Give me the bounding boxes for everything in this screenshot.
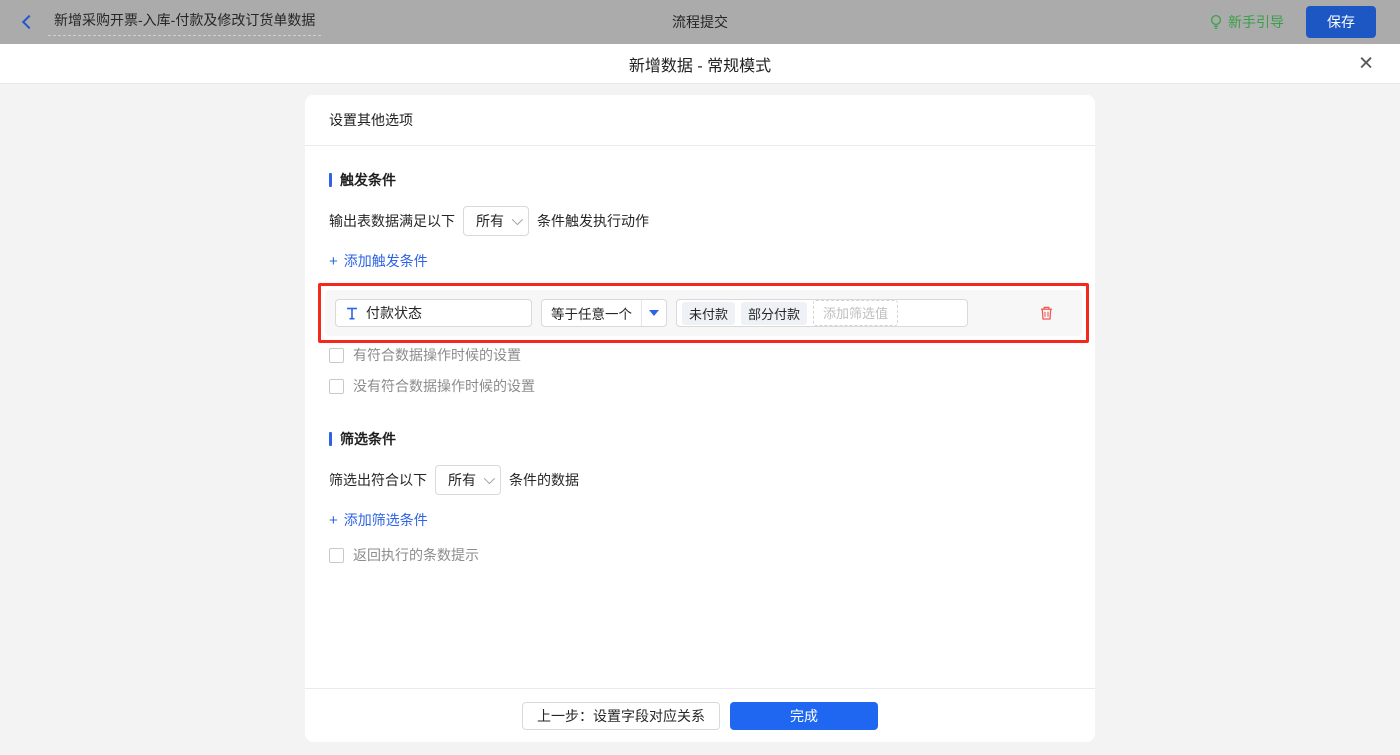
filter-sentence-suffix: 条件的数据 [509,470,579,490]
add-value-input[interactable]: 添加筛选值 [813,300,898,326]
count-tip-row: 返回执行的条数提示 [329,545,1071,565]
condition-operator-select[interactable]: 等于任意一个 [541,299,667,327]
text-field-icon [346,307,358,320]
page-body: 设置其他选项 触发条件 输出表数据满足以下 所有 条件触发执行动作 + 添加触发… [0,84,1400,755]
section-marker [329,173,332,187]
filter-match-select-value: 所有 [448,470,476,490]
back-button[interactable] [24,17,34,27]
add-trigger-condition-label: 添加触发条件 [344,251,428,271]
card-footer: 上一步：设置字段对应关系 完成 [305,688,1095,742]
trigger-match-sentence: 输出表数据满足以下 所有 条件触发执行动作 [329,206,1071,236]
has-match-label: 有符合数据操作时候的设置 [353,345,521,365]
has-match-setting-row: 有符合数据操作时候的设置 [329,345,1071,365]
delete-condition-button[interactable] [1039,305,1054,321]
condition-field-input[interactable]: 付款状态 [335,299,532,327]
add-filter-condition-link[interactable]: + 添加筛选条件 [329,510,428,530]
filter-match-sentence: 筛选出符合以下 所有 条件的数据 [329,465,1071,495]
card-content: 触发条件 输出表数据满足以下 所有 条件触发执行动作 + 添加触发条件 [305,146,1095,688]
beginner-guide-label: 新手引导 [1228,12,1284,32]
modal-header: 新增数据 - 常规模式 ✕ [0,44,1400,84]
condition-field-value: 付款状态 [366,303,422,323]
settings-card: 设置其他选项 触发条件 输出表数据满足以下 所有 条件触发执行动作 + 添加触发… [305,95,1095,742]
trash-icon [1039,305,1054,321]
topbar: 流程提交 新增采购开票-入库-付款及修改订货单数据 新手引导 保存 [0,0,1400,44]
trigger-condition-row: 付款状态 等于任意一个 未付款 部分付款 添加筛选值 [325,290,1082,336]
has-match-checkbox[interactable] [329,348,344,363]
chevron-down-icon [484,473,495,484]
flow-name-label[interactable]: 新增采购开票-入库-付款及修改订货单数据 [48,8,321,36]
section-marker [329,432,332,446]
trigger-match-select-value: 所有 [476,211,504,231]
trigger-sentence-suffix: 条件触发执行动作 [537,211,649,231]
chevron-down-icon [512,214,523,225]
condition-values-box[interactable]: 未付款 部分付款 添加筛选值 [676,299,968,327]
filter-section-title: 筛选条件 [329,429,1071,449]
trigger-section-title-label: 触发条件 [340,170,396,190]
value-tag: 未付款 [682,302,735,325]
operator-caret-section [641,300,666,326]
count-tip-checkbox[interactable] [329,548,344,563]
condition-operator-value: 等于任意一个 [542,300,641,326]
value-tag: 部分付款 [741,302,807,325]
add-trigger-condition-link[interactable]: + 添加触发条件 [329,251,428,271]
trigger-sentence-prefix: 输出表数据满足以下 [329,211,455,231]
plus-icon: + [329,513,338,528]
add-filter-condition-label: 添加筛选条件 [344,510,428,530]
save-button[interactable]: 保存 [1306,6,1376,38]
no-match-checkbox[interactable] [329,379,344,394]
chevron-left-icon [22,15,36,29]
caret-down-icon [649,310,659,316]
trigger-section-title: 触发条件 [329,170,1071,190]
beginner-guide-link[interactable]: 新手引导 [1209,12,1284,32]
annotation-highlight-box: 付款状态 等于任意一个 未付款 部分付款 添加筛选值 [318,283,1089,343]
filter-match-select[interactable]: 所有 [435,465,501,495]
plus-icon: + [329,254,338,269]
close-button[interactable]: ✕ [1358,54,1374,73]
modal-title: 新增数据 - 常规模式 [629,52,771,76]
trigger-match-select[interactable]: 所有 [463,206,529,236]
filter-section-title-label: 筛选条件 [340,429,396,449]
lightbulb-icon [1209,14,1223,30]
card-header-title: 设置其他选项 [329,110,413,130]
count-tip-label: 返回执行的条数提示 [353,545,479,565]
no-match-label: 没有符合数据操作时候的设置 [353,376,535,396]
no-match-setting-row: 没有符合数据操作时候的设置 [329,376,1071,396]
filter-sentence-prefix: 筛选出符合以下 [329,470,427,490]
close-icon: ✕ [1358,53,1374,74]
done-button[interactable]: 完成 [730,702,878,730]
prev-step-button[interactable]: 上一步：设置字段对应关系 [522,702,720,730]
card-header: 设置其他选项 [305,95,1095,146]
